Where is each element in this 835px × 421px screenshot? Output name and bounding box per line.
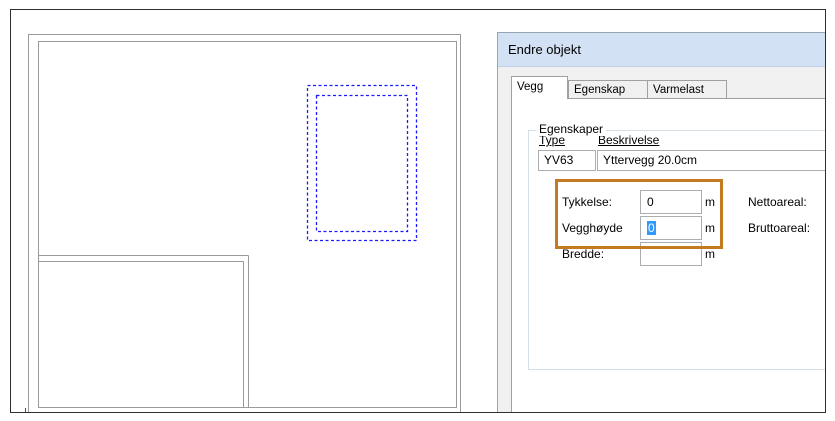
edit-object-dialog: Endre objekt Vegg Egenskap Varmelast Typ… <box>497 32 825 412</box>
tab-varmelast[interactable]: Varmelast <box>647 80 727 98</box>
drawing-canvas[interactable] <box>11 10 491 412</box>
nettoareal-label: Nettoareal: <box>748 195 807 209</box>
inner-wall-outline <box>38 41 457 408</box>
app-frame: Endre objekt Vegg Egenskap Varmelast Typ… <box>10 9 826 413</box>
outer-wall-outline <box>28 34 461 412</box>
selected-object-outer <box>306 84 418 242</box>
tab-vegg[interactable]: Vegg <box>511 76 568 99</box>
tab-egenskap[interactable]: Egenskap <box>568 80 648 98</box>
dialog-titlebar[interactable]: Endre objekt <box>498 33 825 67</box>
highlight-box <box>555 179 723 249</box>
bredde-label: Bredde: <box>562 247 605 261</box>
selected-object-inner <box>315 94 409 233</box>
floor-plan <box>28 34 461 412</box>
bruttoareal-label: Bruttoareal: <box>748 221 811 235</box>
origin-marker-v <box>25 408 26 412</box>
bredde-unit: m <box>705 247 715 261</box>
egenskaper-group-label: Egenskaper <box>536 122 607 136</box>
dialog-title: Endre objekt <box>508 42 581 57</box>
